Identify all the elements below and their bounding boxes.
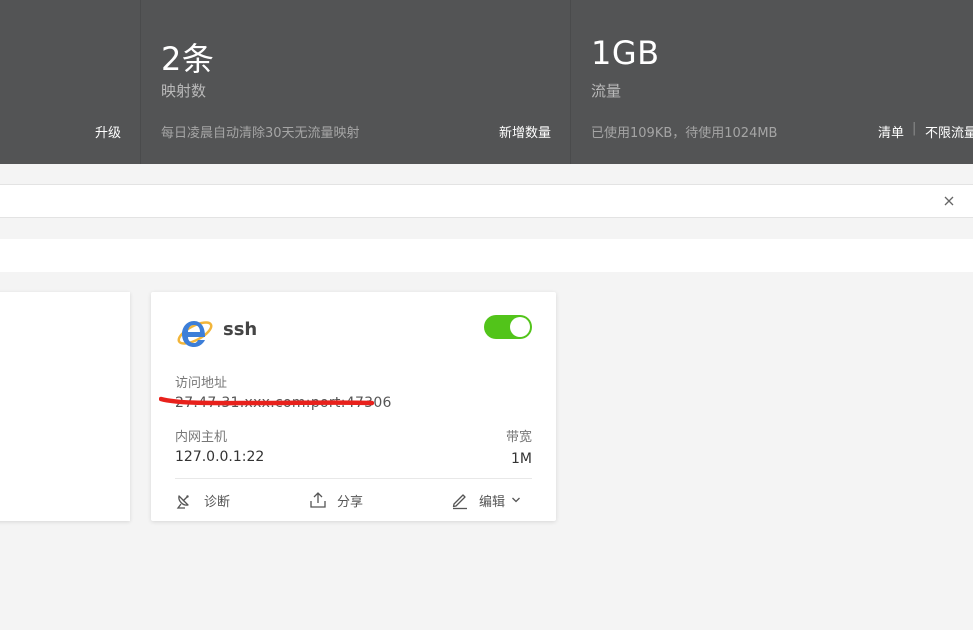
card-divider <box>175 478 532 479</box>
access-address-label: 访问地址 <box>175 376 228 391</box>
notice-bar <box>0 184 973 218</box>
stat-mappings: 2条 映射数 每日凌晨自动清除30天无流量映射 新增数量 <box>141 0 571 164</box>
unlimited-traffic-link[interactable]: 不限流量 <box>925 122 973 141</box>
traffic-list-link[interactable]: 清单 <box>878 122 904 141</box>
mapping-card-partial <box>0 292 130 521</box>
share-label: 分享 <box>337 494 364 510</box>
stats-header: 升级 2条 映射数 每日凌晨自动清除30天无流量映射 新增数量 1GB 流量 已… <box>0 0 973 164</box>
upload-share-icon <box>310 492 326 508</box>
edit-label: 编辑 <box>479 494 506 510</box>
traffic-amount: 1GB <box>591 34 660 72</box>
bandwidth-label: 带宽 <box>505 430 532 445</box>
internet-explorer-icon <box>177 321 213 347</box>
diagnose-button[interactable]: 诊断 <box>175 488 230 512</box>
mapping-count: 2条 <box>161 40 215 78</box>
pencil-icon <box>452 494 467 510</box>
mapping-count-label: 映射数 <box>161 82 207 100</box>
close-icon[interactable] <box>942 194 956 208</box>
toggle-knob <box>510 317 530 337</box>
stat-plan: 升级 <box>0 0 141 164</box>
local-host-value: 127.0.0.1:22 <box>175 449 265 465</box>
bandwidth-value: 1M <box>511 451 532 467</box>
mapping-name: ssh <box>223 319 258 340</box>
redaction-mark <box>159 396 374 406</box>
edit-button[interactable]: 编辑 <box>450 488 530 512</box>
chevron-down-icon <box>512 497 520 503</box>
enable-toggle[interactable] <box>484 315 532 339</box>
add-quantity-link[interactable]: 新增数量 <box>499 122 551 141</box>
filter-bar <box>0 239 973 272</box>
mapping-description: 每日凌晨自动清除30天无流量映射 <box>161 126 360 141</box>
local-host-label: 内网主机 <box>175 430 228 445</box>
link-separator: | <box>912 121 917 136</box>
stat-traffic: 1GB 流量 已使用109KB，待使用1024MB 清单 | 不限流量 <box>571 0 973 164</box>
upgrade-link[interactable]: 升级 <box>95 122 121 141</box>
traffic-description: 已使用109KB，待使用1024MB <box>591 126 778 141</box>
share-button[interactable]: 分享 <box>308 488 363 512</box>
mapping-card: ssh 访问地址 27.47.31.xxx.com:port:47306 内网主… <box>151 292 556 521</box>
satellite-dish-icon <box>176 495 189 509</box>
diagnose-label: 诊断 <box>204 494 231 510</box>
traffic-label: 流量 <box>591 82 622 100</box>
